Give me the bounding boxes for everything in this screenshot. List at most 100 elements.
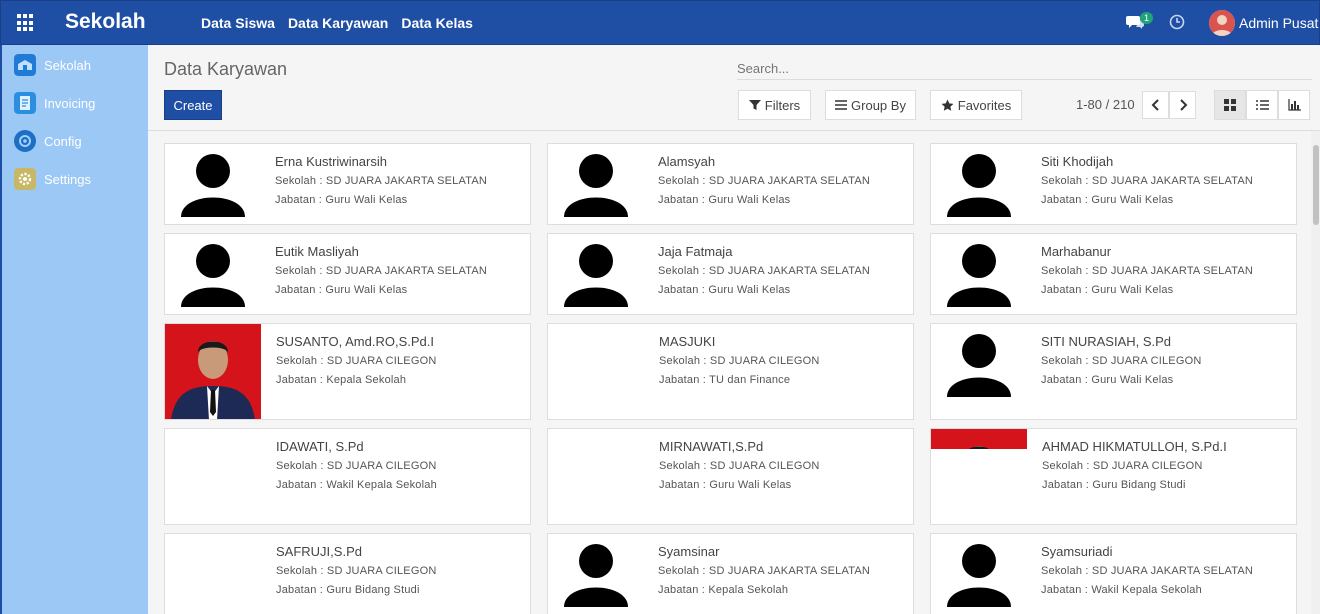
kanban-icon (1224, 99, 1236, 111)
employee-card[interactable]: AHMAD HIKMATULLOH, S.Pd.I Sekolah : SD JU… (930, 428, 1297, 525)
employee-card[interactable]: Marhabanur Sekolah : SD JUARA JAKARTA SEL… (930, 233, 1297, 315)
employee-name: Eutik Masliyah (275, 244, 359, 259)
employee-name: Syamsinar (658, 544, 720, 559)
favorites-label: Favorites (957, 97, 1012, 113)
employee-avatar-placeholder (179, 151, 247, 217)
employee-school: Sekolah : SD JUARA CILEGON (659, 460, 820, 472)
employee-position: Jabatan : Guru Wali Kelas (1041, 194, 1174, 206)
employee-name: MIRNAWATI,S.Pd (659, 439, 764, 454)
employee-avatar-placeholder (562, 241, 630, 307)
sidebar-item-label: Settings (44, 171, 91, 187)
employee-school: Sekolah : SD JUARA JAKARTA SELATAN (658, 175, 871, 187)
employee-school: Sekolah : SD JUARA JAKARTA SELATAN (658, 565, 871, 577)
app-brand[interactable]: Sekolah (65, 10, 146, 34)
employee-school: Sekolah : SD JUARA CILEGON (1042, 460, 1203, 472)
employee-name: SUSANTO, Amd.RO,S.Pd.I (276, 334, 434, 349)
employee-card[interactable]: Siti Khodijah Sekolah : SD JUARA JAKARTA … (930, 143, 1297, 225)
menu-data-kelas[interactable]: Data Kelas (401, 15, 473, 31)
pager-next-button[interactable] (1169, 91, 1196, 119)
sidebar-item-settings[interactable]: Settings (14, 167, 91, 191)
employee-card[interactable]: SUSANTO, Amd.RO,S.Pd.I Sekolah : SD JUARA… (164, 323, 531, 420)
employee-avatar-placeholder (179, 241, 247, 307)
activity-clock-icon[interactable] (1169, 14, 1185, 30)
employee-position: Jabatan : Kepala Sekolah (276, 374, 407, 386)
employee-school: Sekolah : SD JUARA CILEGON (659, 355, 820, 367)
employee-name: Alamsyah (658, 154, 716, 169)
sidebar-item-label: Sekolah (44, 57, 91, 73)
employee-school: Sekolah : SD JUARA JAKARTA SELATAN (1041, 265, 1254, 277)
employee-school: Sekolah : SD JUARA CILEGON (276, 460, 437, 472)
create-button[interactable]: Create (164, 90, 222, 120)
apps-grid-icon[interactable] (17, 14, 35, 32)
list-view-button[interactable] (1246, 90, 1278, 120)
scrollbar-thumb[interactable] (1313, 145, 1319, 225)
filter-icon (748, 100, 761, 110)
employee-name: Jaja Fatmaja (658, 244, 733, 259)
employee-card[interactable]: MIRNAWATI,S.Pd Sekolah : SD JUARA CILEGON… (547, 428, 914, 525)
bar-chart-icon (1287, 99, 1301, 111)
groupby-label: Group By (851, 97, 906, 113)
employee-name: SITI NURASIAH, S.Pd (1041, 334, 1172, 349)
employee-avatar-placeholder (562, 541, 630, 607)
employee-card[interactable]: Jaja Fatmaja Sekolah : SD JUARA JAKARTA S… (547, 233, 914, 315)
employee-position: Jabatan : Kepala Sekolah (658, 584, 789, 596)
employee-position: Jabatan : Guru Wali Kelas (1041, 374, 1174, 386)
kanban-view-button[interactable] (1214, 90, 1246, 120)
user-avatar[interactable] (1209, 10, 1235, 36)
menu-data-siswa[interactable]: Data Siswa (201, 15, 275, 31)
employee-school: Sekolah : SD JUARA JAKARTA SELATAN (275, 175, 488, 187)
employee-card[interactable]: SITI NURASIAH, S.Pd Sekolah : SD JUARA CI… (930, 323, 1297, 420)
employee-school: Sekolah : SD JUARA JAKARTA SELATAN (275, 265, 488, 277)
sidebar-item-config[interactable]: Config (14, 129, 82, 153)
control-panel-divider (148, 130, 1320, 131)
employee-avatar-placeholder (945, 151, 1013, 217)
employee-position: Jabatan : Guru Wali Kelas (658, 194, 791, 206)
chevron-right-icon (1179, 99, 1187, 111)
employee-card[interactable]: Syamsuriadi Sekolah : SD JUARA JAKARTA SE… (930, 533, 1297, 614)
search-input[interactable] (737, 58, 1312, 80)
filters-button[interactable]: Filters (738, 90, 811, 120)
sidebar-item-invoicing[interactable]: Invoicing (14, 91, 95, 115)
employee-position: Jabatan : Guru Wali Kelas (275, 284, 408, 296)
employee-card[interactable]: Syamsinar Sekolah : SD JUARA JAKARTA SELA… (547, 533, 914, 614)
pager-value[interactable]: 1-80 / 210 (1076, 97, 1135, 112)
employee-card[interactable]: Eutik Masliyah Sekolah : SD JUARA JAKARTA… (164, 233, 531, 315)
pager-previous-button[interactable] (1142, 91, 1169, 119)
employee-card[interactable]: Alamsyah Sekolah : SD JUARA JAKARTA SELAT… (547, 143, 914, 225)
school-icon (14, 54, 36, 76)
gear-icon (14, 168, 36, 190)
sidebar: Sekolah Invoicing Config Settings (0, 45, 148, 614)
graph-view-button[interactable] (1278, 90, 1310, 120)
employee-name: AHMAD HIKMATULLOH, S.Pd.I (1042, 439, 1227, 454)
page-title: Data Karyawan (164, 59, 288, 79)
employee-photo (931, 429, 1027, 449)
employee-name: Syamsuriadi (1041, 544, 1113, 559)
config-icon (14, 130, 36, 152)
employee-school: Sekolah : SD JUARA CILEGON (276, 565, 437, 577)
star-icon (941, 99, 954, 111)
employee-school: Sekolah : SD JUARA JAKARTA SELATAN (658, 265, 871, 277)
sidebar-item-sekolah[interactable]: Sekolah (14, 53, 91, 77)
employee-avatar-placeholder (562, 151, 630, 217)
employee-avatar-placeholder (945, 541, 1013, 607)
top-navbar: Sekolah Data Siswa Data Karyawan Data Ke… (0, 0, 1320, 45)
employee-position: Jabatan : Guru Wali Kelas (658, 284, 791, 296)
menu-data-karyawan[interactable]: Data Karyawan (288, 15, 388, 31)
employee-name: SAFRUJI,S.Pd (276, 544, 362, 559)
employee-school: Sekolah : SD JUARA CILEGON (276, 355, 437, 367)
bars-icon (835, 100, 848, 110)
list-icon (1255, 100, 1269, 110)
employee-position: Jabatan : Guru Wali Kelas (275, 194, 408, 206)
favorites-button[interactable]: Favorites (930, 90, 1022, 120)
employee-card[interactable]: MASJUKI Sekolah : SD JUARA CILEGON Jabatan… (547, 323, 914, 420)
employee-card[interactable]: IDAWATI, S.Pd Sekolah : SD JUARA CILEGON J… (164, 428, 531, 525)
groupby-button[interactable]: Group By (825, 90, 916, 120)
employee-name: IDAWATI, S.Pd (276, 439, 364, 454)
employee-name: Siti Khodijah (1041, 154, 1114, 169)
employee-card[interactable]: Erna Kustriwinarsih Sekolah : SD JUARA JA… (164, 143, 531, 225)
employee-card[interactable]: SAFRUJI,S.Pd Sekolah : SD JUARA CILEGON Ja… (164, 533, 531, 614)
chevron-left-icon (1151, 99, 1159, 111)
employee-name: Marhabanur (1041, 244, 1112, 259)
invoice-icon (14, 92, 36, 114)
user-name[interactable]: Admin Pusat (1239, 15, 1318, 31)
